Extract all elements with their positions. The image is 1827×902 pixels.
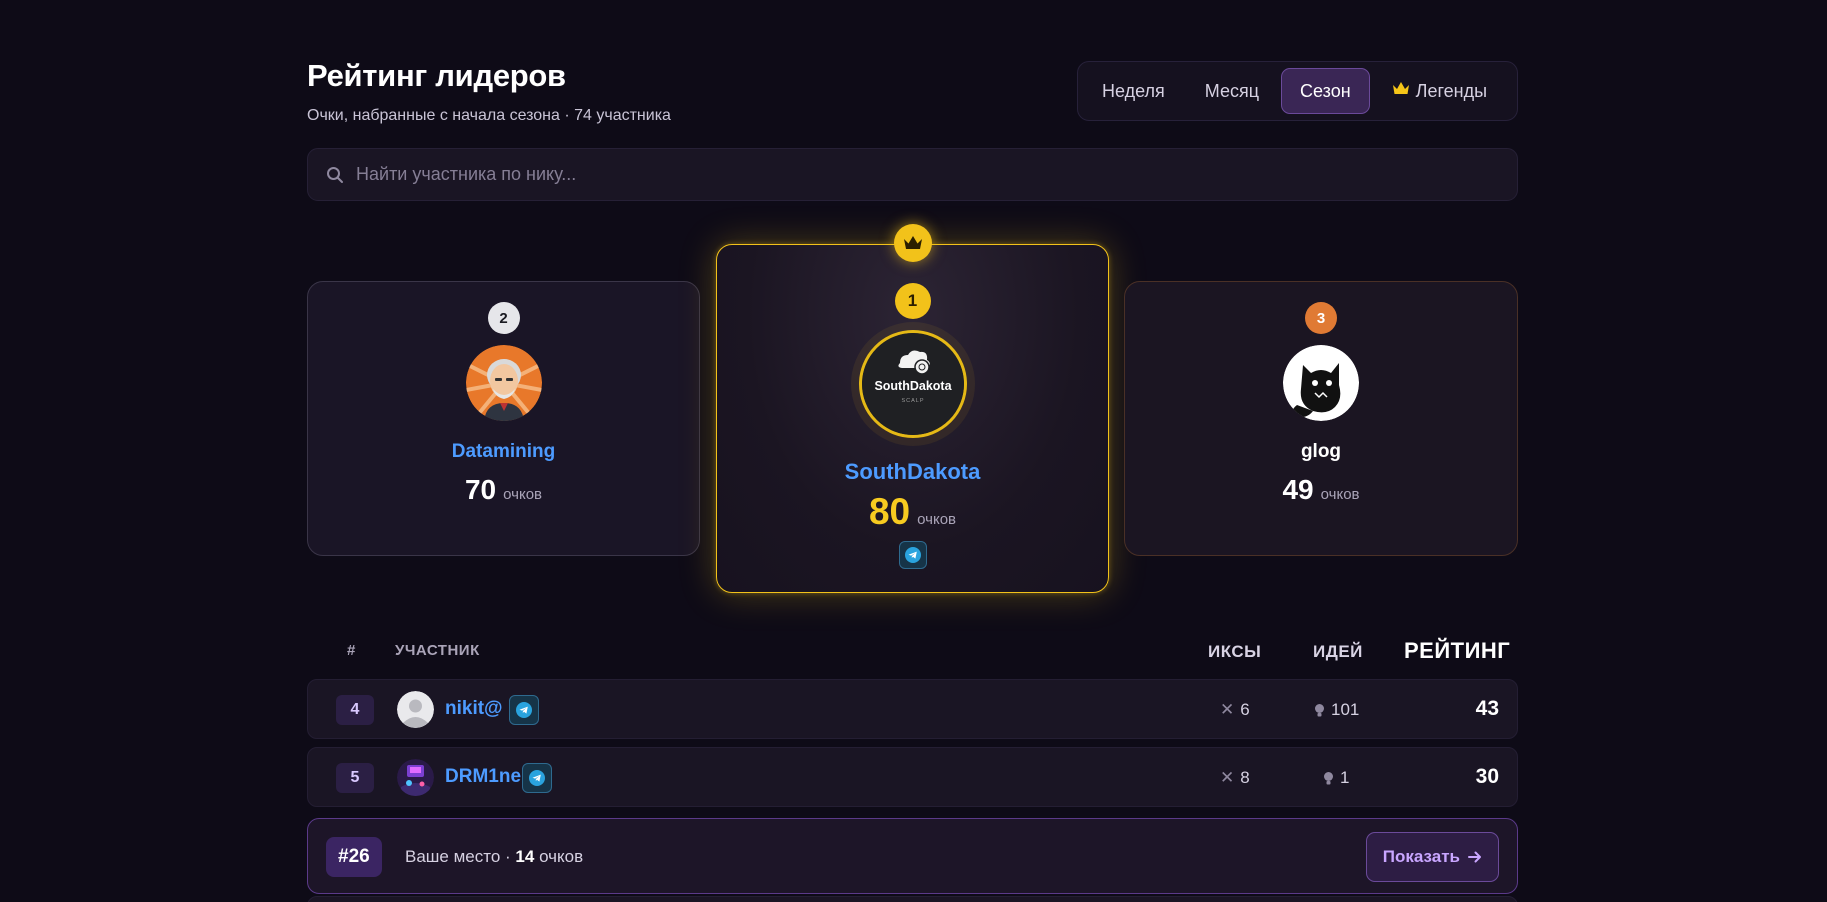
my-place-text: Ваше место · 14 очков: [405, 847, 583, 867]
tab-season[interactable]: Сезон: [1281, 68, 1370, 114]
avatar: SouthDakota SCALP: [858, 330, 967, 438]
tab-week-label: Неделя: [1102, 80, 1165, 101]
my-place-banner: #26 Ваше место · 14 очков Показать: [307, 818, 1518, 894]
table-header: # УЧАСТНИК ИКСЫ ИДЕЙ РЕЙТИНГ: [307, 630, 1518, 670]
show-button-label: Показать: [1382, 847, 1460, 866]
row-username[interactable]: DRM1ne: [445, 766, 521, 788]
column-rating[interactable]: РЕЙТИНГ: [1404, 638, 1510, 664]
tab-season-label: Сезон: [1300, 80, 1351, 101]
podium-card-second[interactable]: 2 Datamining 70 очков: [307, 281, 700, 556]
score-unit: очков: [503, 486, 543, 503]
place-badge-second: 2: [487, 302, 520, 334]
tab-month[interactable]: Месяц: [1187, 68, 1277, 114]
tab-legends[interactable]: Легенды: [1374, 68, 1505, 114]
column-rank: #: [347, 642, 356, 659]
row-ideas-count: 101: [1314, 700, 1359, 720]
tab-week[interactable]: Неделя: [1084, 68, 1183, 114]
telegram-icon[interactable]: [509, 695, 539, 725]
row-ideas-value: 1: [1340, 768, 1350, 787]
arrow-right-icon: [1468, 851, 1481, 863]
my-points: 14: [515, 847, 535, 866]
podium-name[interactable]: glog: [1125, 441, 1517, 463]
podium-score: 49 очков: [1125, 474, 1517, 506]
podium-name[interactable]: SouthDakota: [717, 459, 1108, 485]
podium-name[interactable]: Datamining: [308, 441, 699, 463]
search-icon: [327, 166, 343, 183]
podium-card-first[interactable]: 1 SouthDakota SCALP SouthDakota 80 очков: [716, 224, 1109, 593]
crown-icon: [1392, 81, 1410, 101]
row-rating: 30: [1475, 765, 1499, 788]
page-subtitle: Очки, набранные с начала сезона · 74 уча…: [307, 107, 671, 124]
my-rank-badge: #26: [326, 837, 382, 877]
search-bar: [307, 148, 1518, 201]
avatar: [465, 345, 542, 421]
row-x-value: 8: [1240, 768, 1250, 787]
podium-score: 80 очков: [717, 491, 1108, 533]
row-rating: 43: [1475, 697, 1499, 720]
score-value: 80: [868, 491, 911, 532]
podium-score: 70 очков: [308, 474, 699, 506]
my-place-label: Ваше место ·: [405, 847, 516, 866]
table-row[interactable]: 5 DRM1ne ✕ 8 1 30: [307, 747, 1518, 807]
place-badge-third: 3: [1305, 302, 1337, 334]
period-tabs: Неделя Месяц Сезон Легенды: [1077, 61, 1518, 121]
telegram-icon[interactable]: [522, 763, 552, 793]
lightbulb-icon: [1315, 703, 1324, 716]
row-ideas-value: 101: [1331, 700, 1360, 719]
place-badge-first: 1: [894, 283, 931, 319]
row-x-count: ✕ 6: [1220, 700, 1250, 720]
avatar-logo-text: SouthDakota: [874, 379, 952, 393]
row-rank: 4: [336, 695, 374, 725]
show-my-place-button[interactable]: Показать: [1365, 832, 1499, 882]
page-title: Рейтинг лидеров: [307, 58, 566, 93]
row-ideas-count: 1: [1323, 768, 1349, 788]
tab-legends-label: Легенды: [1415, 80, 1488, 101]
column-user: УЧАСТНИК: [395, 642, 480, 659]
row-username[interactable]: nikit@: [445, 698, 503, 720]
avatar: [1283, 345, 1359, 421]
telegram-icon[interactable]: [898, 541, 927, 569]
crown-icon: [893, 224, 932, 262]
column-ideas[interactable]: ИДЕЙ: [1313, 642, 1363, 662]
my-points-unit: очков: [534, 847, 584, 866]
lightbulb-icon: [1324, 771, 1333, 784]
tab-month-label: Месяц: [1204, 80, 1260, 101]
column-x[interactable]: ИКСЫ: [1208, 642, 1261, 662]
avatar: [397, 759, 434, 796]
multiply-icon: ✕: [1220, 768, 1235, 787]
score-value: 70: [464, 474, 497, 505]
table-row[interactable]: 4 nikit@ ✕ 6 101 43: [307, 679, 1518, 739]
avatar-logo-subtext: SCALP: [901, 398, 924, 404]
table-row[interactable]: [307, 896, 1518, 902]
podium-card-third[interactable]: 3 glog 49 очков: [1124, 281, 1518, 556]
row-x-count: ✕ 8: [1220, 768, 1250, 788]
row-x-value: 6: [1240, 700, 1250, 719]
multiply-icon: ✕: [1220, 700, 1235, 719]
avatar: [397, 691, 434, 728]
score-unit: очков: [917, 511, 957, 528]
score-value: 49: [1282, 474, 1314, 505]
row-rank: 5: [336, 763, 374, 793]
score-unit: очков: [1320, 486, 1360, 503]
search-input[interactable]: [356, 164, 1499, 185]
